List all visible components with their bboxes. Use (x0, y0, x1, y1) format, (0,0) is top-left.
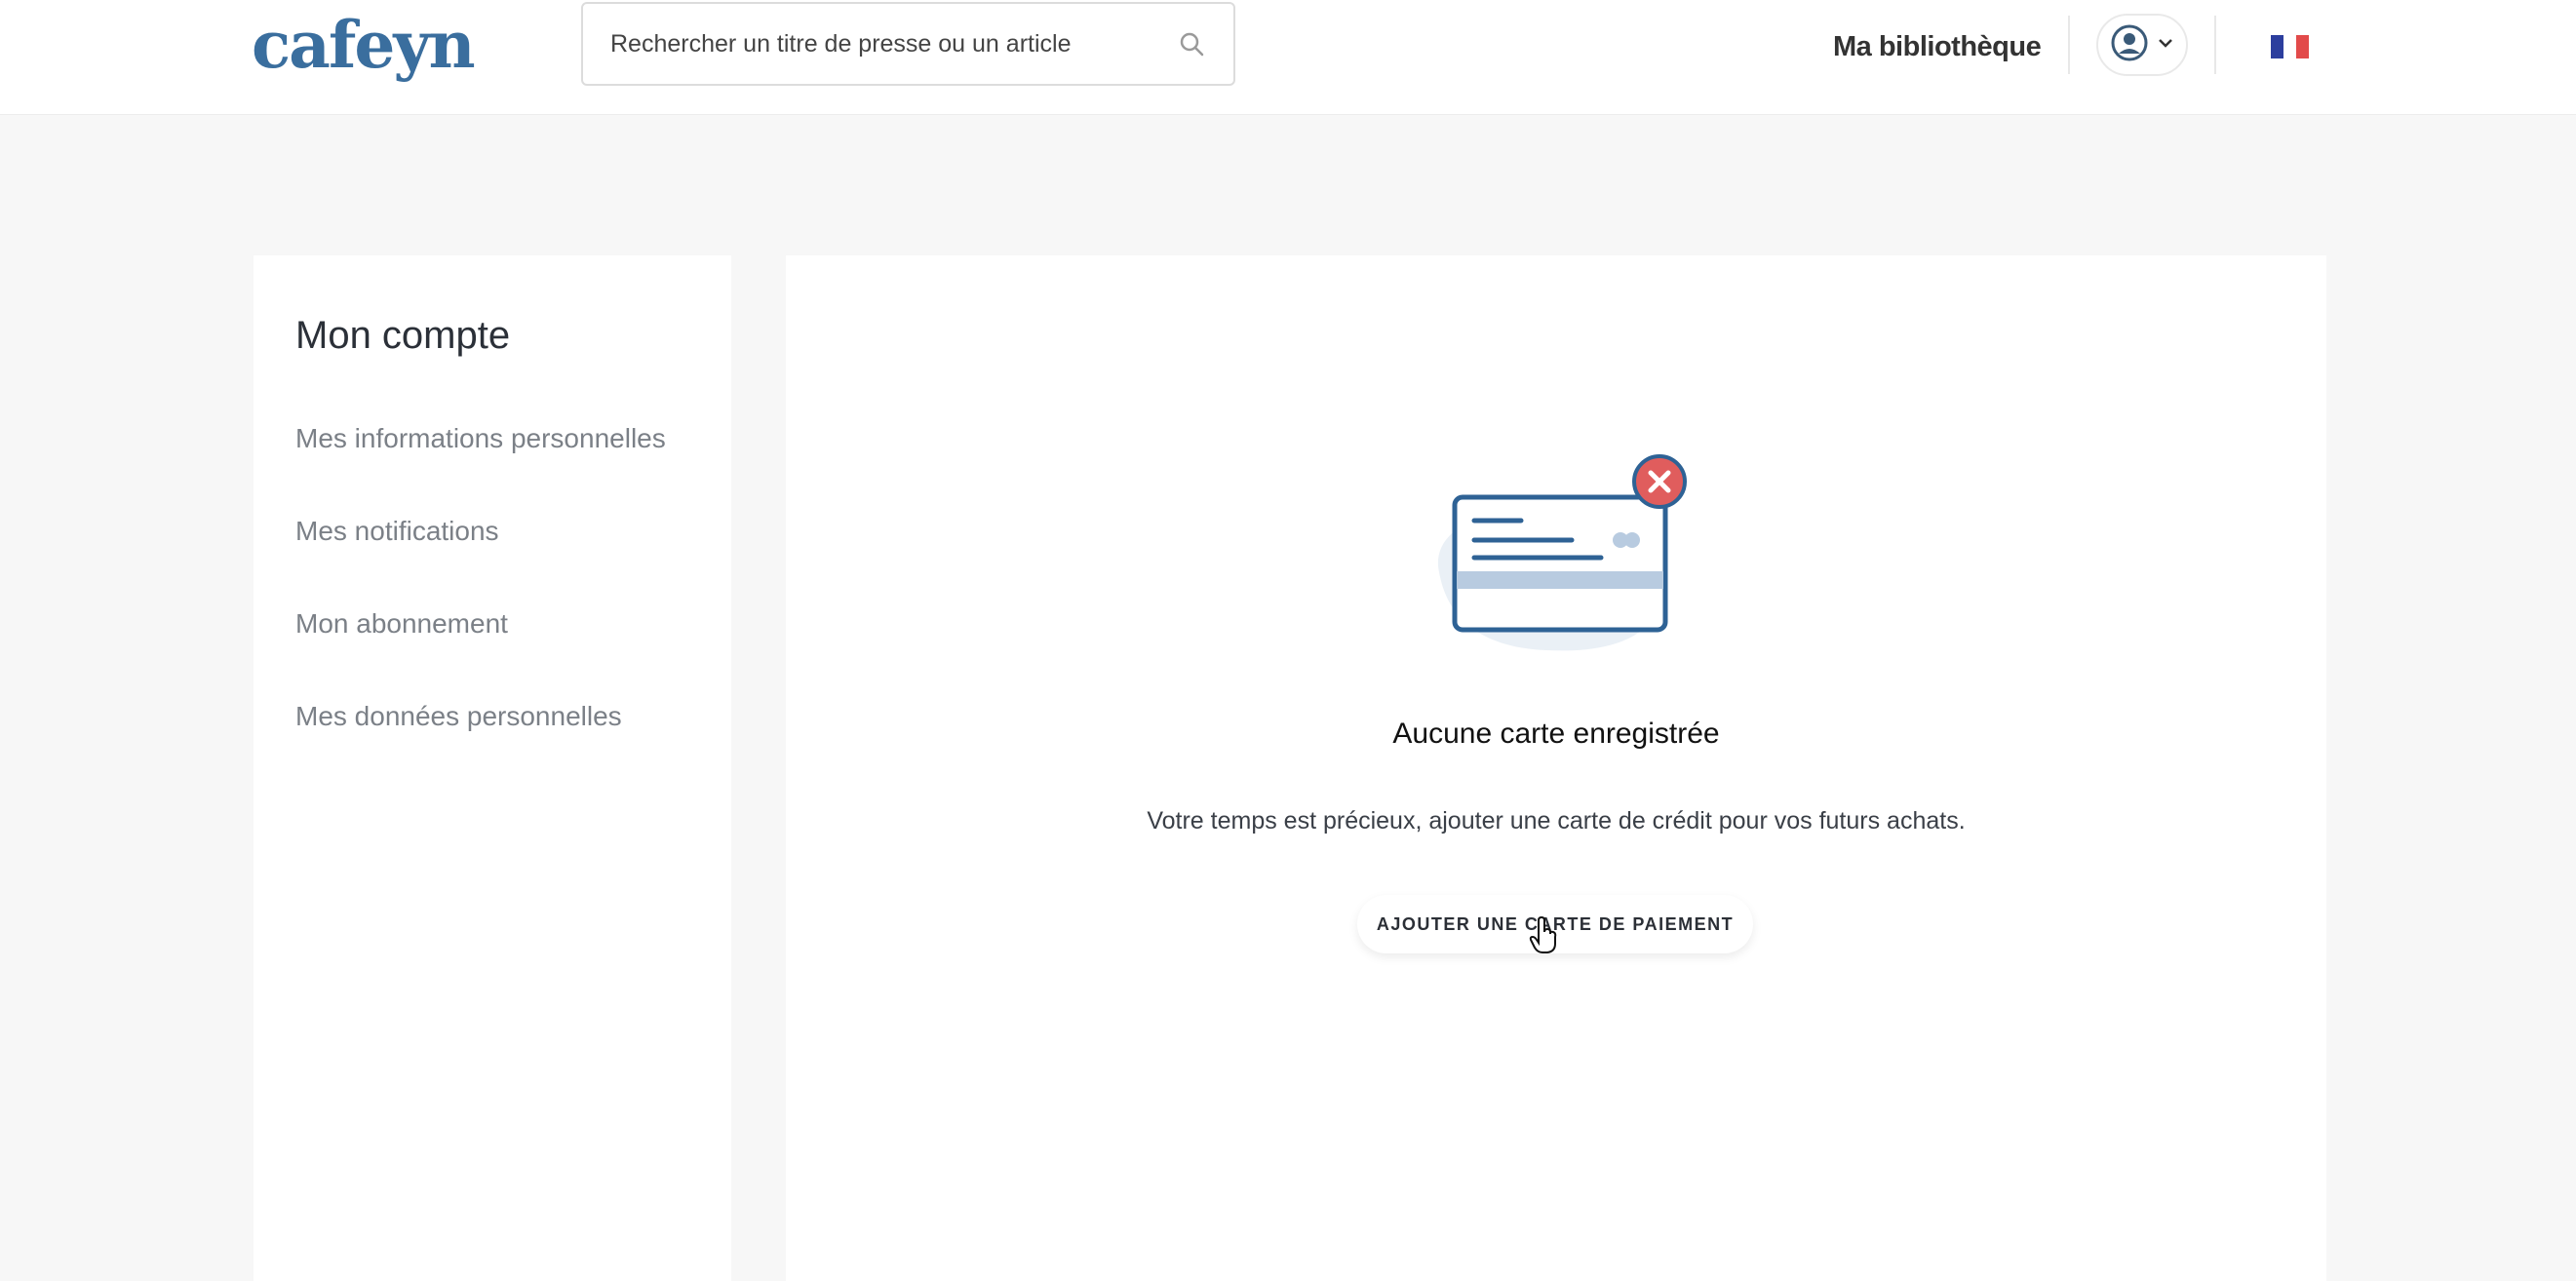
sidebar-item-subscription[interactable]: Mon abonnement (295, 608, 508, 640)
sidebar-item-notifications[interactable]: Mes notifications (295, 516, 499, 547)
search-icon[interactable] (1177, 29, 1206, 58)
sidebar-item-personal-data[interactable]: Mes données personnelles (295, 701, 622, 732)
account-sidebar: Mon compte Mes informations personnelles… (254, 255, 731, 1281)
user-menu-button[interactable] (2096, 14, 2188, 76)
header-divider (2068, 16, 2070, 74)
empty-state-title: Aucune carte enregistrée (1392, 718, 1720, 750)
chevron-down-icon (2158, 36, 2173, 54)
sidebar-item-personal-info[interactable]: Mes informations personnelles (295, 423, 666, 454)
top-header: cafeyn Ma bibliothèque (0, 0, 2576, 115)
france-flag-icon[interactable] (2271, 35, 2309, 58)
my-library-link[interactable]: Ma bibliothèque (1833, 25, 2042, 68)
hand-cursor-icon (1529, 915, 1558, 955)
cafeyn-logo[interactable]: cafeyn (252, 6, 476, 84)
header-divider (2214, 16, 2216, 74)
empty-state-description: Votre temps est précieux, ajouter une ca… (1147, 807, 1966, 835)
payment-cards-panel: Aucune carte enregistrée Votre temps est… (786, 255, 2326, 1281)
sidebar-title: Mon compte (295, 314, 511, 357)
search-bar[interactable] (581, 2, 1235, 86)
credit-card-error-icon (1410, 450, 1722, 665)
user-circle-icon (2111, 24, 2148, 66)
search-input[interactable] (610, 29, 1177, 58)
